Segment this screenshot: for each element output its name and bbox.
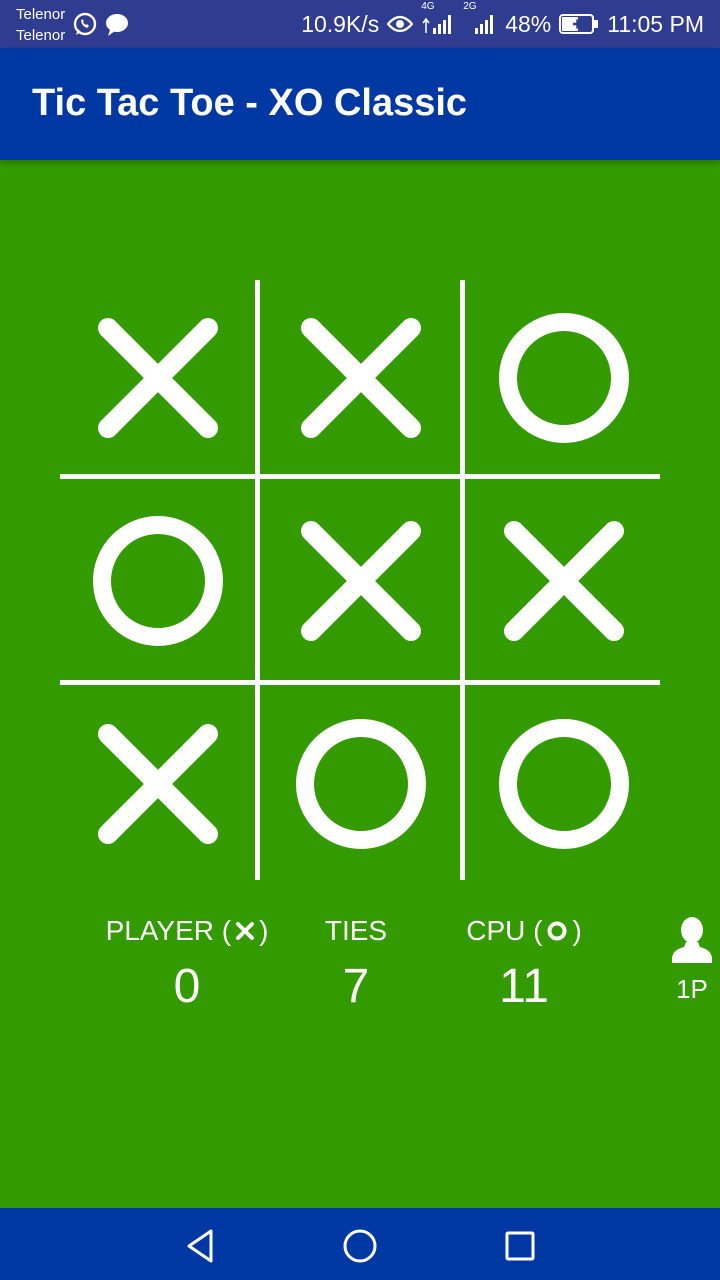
x-mark-icon — [502, 519, 626, 643]
signal-4g: 4G — [421, 1, 455, 35]
back-icon — [187, 1229, 213, 1263]
eye-icon — [387, 14, 414, 34]
person-icon — [672, 917, 712, 963]
status-bar: Telenor Telenor 10.9K/s 4G 2G 48% 11:05 … — [0, 0, 720, 48]
o-mark-icon — [496, 716, 632, 852]
cpu-label: CPU ( ) — [424, 915, 624, 947]
recents-icon — [505, 1231, 535, 1261]
board-cell[interactable] — [464, 684, 664, 884]
board-cell[interactable] — [464, 278, 664, 478]
net-4g-label: 4G — [421, 1, 435, 12]
signal-icon — [475, 15, 494, 34]
app-title: Tic Tac Toe - XO Classic — [32, 82, 468, 124]
o-mark-icon — [547, 921, 567, 941]
home-button[interactable] — [340, 1226, 380, 1266]
signal-2g: 2G — [463, 1, 497, 35]
x-mark-icon — [299, 316, 423, 440]
cpu-label-text: CPU ( — [466, 915, 543, 946]
board-cell[interactable] — [261, 278, 461, 478]
clock: 11:05 PM — [607, 10, 704, 37]
notification-icons — [72, 12, 130, 43]
battery-charging-icon — [559, 13, 599, 35]
x-mark-icon — [236, 922, 255, 940]
player-label-text: PLAYER ( — [105, 915, 232, 946]
player-mode-button[interactable]: 1P — [666, 915, 718, 1005]
home-icon — [343, 1229, 377, 1263]
navigation-bar — [0, 1208, 720, 1280]
carrier-names: Telenor Telenor — [16, 4, 65, 46]
board-cell[interactable] — [261, 684, 461, 884]
mode-label: 1P — [676, 974, 708, 1004]
net-2g-label: 2G — [463, 1, 477, 12]
game-board — [60, 280, 660, 880]
x-mark-icon — [299, 519, 423, 643]
whatsapp-icon — [72, 12, 98, 43]
cpu-score: CPU ( ) 11 — [424, 915, 624, 1014]
board-cell[interactable] — [58, 684, 258, 884]
o-mark-icon — [90, 513, 226, 649]
o-mark-icon — [496, 310, 632, 446]
board-cell[interactable] — [58, 278, 258, 478]
x-mark-icon — [96, 316, 220, 440]
cpu-label-end: ) — [572, 915, 582, 946]
message-icon — [104, 12, 130, 43]
recents-button[interactable] — [500, 1226, 540, 1266]
cpu-score-value: 11 — [499, 960, 549, 1013]
carrier-1: Telenor — [16, 6, 66, 23]
network-speed: 10.9K/s — [301, 10, 380, 37]
x-mark-icon — [96, 722, 220, 846]
app-bar: Tic Tac Toe - XO Classic — [0, 48, 720, 160]
board-cell[interactable] — [261, 481, 461, 681]
battery-percent: 48% — [505, 10, 552, 37]
signal-icon — [422, 15, 452, 34]
board-cell[interactable] — [58, 481, 258, 681]
o-mark-icon — [293, 716, 429, 852]
carrier-2: Telenor — [16, 27, 66, 44]
back-button[interactable] — [180, 1226, 220, 1266]
status-indicators: 10.9K/s 4G 2G 48% 11:05 PM — [301, 0, 704, 48]
board-cell[interactable] — [464, 481, 664, 681]
